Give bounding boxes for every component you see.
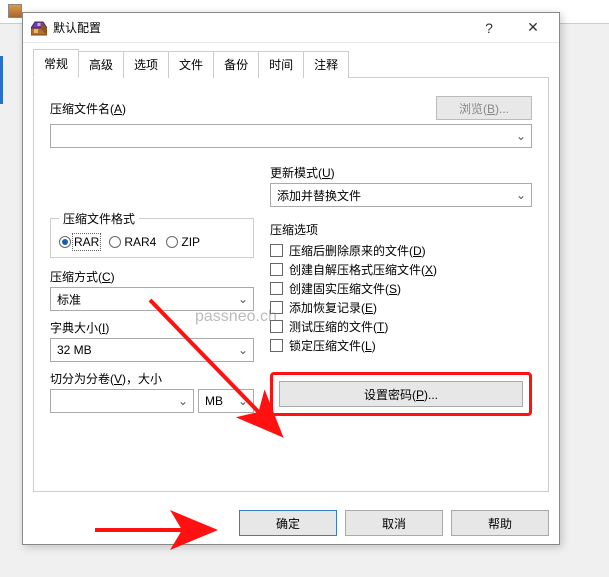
radio-dot-icon — [109, 236, 121, 248]
dict-combo[interactable]: 32 MB ⌄ — [50, 338, 254, 362]
method-label: 压缩方式(C) — [50, 268, 254, 285]
tab-general[interactable]: 常规 — [33, 49, 79, 78]
format-legend: 压缩文件格式 — [59, 210, 139, 227]
default-profile-dialog: 默认配置 ? ✕ 常规 高级 选项 文件 备份 时间 注释 压缩文件名(A) 浏… — [22, 12, 560, 545]
opt-lock[interactable]: 锁定压缩文件(L) — [270, 337, 532, 354]
help-button[interactable]: ? — [467, 14, 511, 42]
radio-rar4[interactable]: RAR4 — [109, 235, 156, 249]
browse-button[interactable]: 浏览(B)... — [436, 96, 532, 120]
chevron-down-icon: ⌄ — [233, 343, 253, 357]
checkbox-icon — [270, 339, 283, 352]
format-fieldset: 压缩文件格式 RAR RAR4 — [50, 210, 254, 258]
parent-selection-edge — [0, 56, 3, 104]
opt-delete-after[interactable]: 压缩后删除原来的文件(D) — [270, 242, 532, 259]
update-mode-label: 更新模式(U) — [270, 164, 532, 181]
opt-recovery[interactable]: 添加恢复记录(E) — [270, 299, 532, 316]
chevron-down-icon: ⌄ — [233, 394, 253, 408]
opt-test[interactable]: 测试压缩的文件(T) — [270, 318, 532, 335]
tab-time[interactable]: 时间 — [258, 51, 304, 78]
dialog-title: 默认配置 — [53, 19, 467, 36]
checkbox-icon — [270, 263, 283, 276]
tabs: 常规 高级 选项 文件 备份 时间 注释 — [33, 49, 549, 78]
radio-dot-icon — [166, 236, 178, 248]
set-password-button[interactable]: 设置密码(P)... — [279, 381, 523, 407]
volume-label: 切分为分卷(V)，大小 — [50, 370, 254, 387]
general-panel: 压缩文件名(A) 浏览(B)... ⌄ 压缩文件格式 — [33, 77, 549, 492]
opt-sfx[interactable]: 创建自解压格式压缩文件(X) — [270, 261, 532, 278]
radio-dot-icon — [59, 236, 71, 248]
archive-name-label: 压缩文件名(A) — [50, 100, 428, 117]
chevron-down-icon: ⌄ — [511, 129, 531, 143]
chevron-down-icon: ⌄ — [233, 292, 253, 306]
tab-backup[interactable]: 备份 — [213, 51, 259, 78]
tab-files[interactable]: 文件 — [168, 51, 214, 78]
ok-button[interactable]: 确定 — [239, 510, 337, 536]
radio-rar[interactable]: RAR — [59, 235, 99, 249]
archive-name-combo[interactable]: ⌄ — [50, 124, 532, 148]
tab-comment[interactable]: 注释 — [303, 51, 349, 78]
opt-solid[interactable]: 创建固实压缩文件(S) — [270, 280, 532, 297]
cancel-button[interactable]: 取消 — [345, 510, 443, 536]
password-highlight: 设置密码(P)... — [270, 372, 532, 416]
tab-advanced[interactable]: 高级 — [78, 51, 124, 78]
winrar-icon — [31, 20, 47, 36]
titlebar: 默认配置 ? ✕ — [23, 13, 559, 43]
volume-size-combo[interactable]: ⌄ — [50, 389, 194, 413]
compress-options-label: 压缩选项 — [270, 221, 532, 238]
tab-options[interactable]: 选项 — [123, 51, 169, 78]
checkbox-icon — [270, 320, 283, 333]
radio-zip[interactable]: ZIP — [166, 235, 200, 249]
parent-app-icon — [8, 4, 22, 18]
help-footer-button[interactable]: 帮助 — [451, 510, 549, 536]
checkbox-icon — [270, 282, 283, 295]
dialog-footer: 确定 取消 帮助 — [23, 502, 559, 544]
method-combo[interactable]: 标准 ⌄ — [50, 287, 254, 311]
checkbox-icon — [270, 301, 283, 314]
volume-unit-combo[interactable]: MB ⌄ — [198, 389, 254, 413]
close-button[interactable]: ✕ — [511, 14, 555, 42]
chevron-down-icon: ⌄ — [511, 188, 531, 202]
checkbox-icon — [270, 244, 283, 257]
dict-label: 字典大小(I) — [50, 319, 254, 336]
chevron-down-icon: ⌄ — [173, 394, 193, 408]
update-mode-combo[interactable]: 添加并替换文件 ⌄ — [270, 183, 532, 207]
